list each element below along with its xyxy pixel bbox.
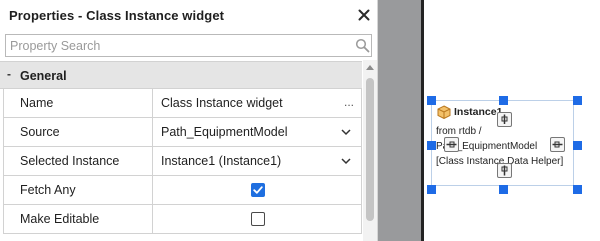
port-icon xyxy=(501,165,508,176)
widget-source-line: from rtdb / xyxy=(436,126,482,137)
chevron-down-icon[interactable] xyxy=(340,127,352,137)
resize-handle-bottom-right[interactable] xyxy=(573,185,582,194)
property-search-box xyxy=(5,34,372,57)
scrollbar-thumb[interactable] xyxy=(366,78,374,221)
workspace-gray-strip xyxy=(378,0,422,241)
property-row-selected-instance: Selected Instance Instance1 (Instance1) xyxy=(3,147,362,176)
property-row-fetch-any: Fetch Any xyxy=(3,176,362,205)
resize-handle-bottom-center[interactable] xyxy=(499,185,508,194)
source-dropdown[interactable]: Path_EquipmentModel xyxy=(154,118,361,146)
resize-handle-top-center[interactable] xyxy=(499,96,508,105)
property-value: Class Instance widget xyxy=(161,96,283,110)
port-icon xyxy=(552,141,563,148)
selected-instance-dropdown[interactable]: Instance1 (Instance1) xyxy=(154,147,361,175)
group-general-header[interactable]: - General xyxy=(0,61,362,89)
resize-handle-middle-right[interactable] xyxy=(573,141,582,150)
make-editable-checkbox[interactable] xyxy=(251,212,265,226)
property-grid: Name Class Instance widget ... Source Pa… xyxy=(3,89,362,234)
panel-titlebar: Properties - Class Instance widget xyxy=(0,0,378,32)
property-value: Instance1 (Instance1) xyxy=(161,154,282,168)
property-row-name: Name Class Instance widget ... xyxy=(3,89,362,118)
property-search-input[interactable] xyxy=(6,35,346,56)
group-label: General xyxy=(20,69,67,83)
checkmark-icon xyxy=(253,186,263,194)
property-row-source: Source Path_EquipmentModel xyxy=(3,118,362,147)
resize-handle-bottom-left[interactable] xyxy=(427,185,436,194)
property-name: Fetch Any xyxy=(4,176,153,204)
properties-panel: Properties - Class Instance widget - Gen… xyxy=(0,0,378,241)
fetch-any-checkbox[interactable] xyxy=(251,183,265,197)
resize-handle-top-left[interactable] xyxy=(427,96,436,105)
group-collapse-toggle[interactable]: - xyxy=(7,67,11,81)
connection-port-right[interactable] xyxy=(550,137,565,152)
widget-title: Instance1 xyxy=(454,106,503,118)
property-value-cell xyxy=(154,176,361,204)
resize-handle-top-right[interactable] xyxy=(573,96,582,105)
chevron-down-icon[interactable] xyxy=(340,156,352,166)
close-icon xyxy=(358,9,370,21)
panel-scrollbar[interactable] xyxy=(363,60,377,241)
property-value: Path_EquipmentModel xyxy=(161,125,288,139)
property-name: Selected Instance xyxy=(4,147,153,175)
property-name: Name xyxy=(4,89,153,117)
connection-port-bottom[interactable] xyxy=(497,163,512,178)
property-name: Source xyxy=(4,118,153,146)
name-value-field[interactable]: Class Instance widget ... xyxy=(154,89,361,117)
port-icon xyxy=(501,114,508,124)
port-icon xyxy=(446,141,457,148)
property-name: Make Editable xyxy=(4,205,153,233)
search-icon[interactable] xyxy=(355,38,370,53)
connection-port-top[interactable] xyxy=(497,112,512,127)
connection-port-left[interactable] xyxy=(444,137,459,152)
scroll-up-arrow-icon[interactable] xyxy=(366,64,374,70)
edit-name-button[interactable]: ... xyxy=(344,89,354,115)
close-button[interactable] xyxy=(355,6,373,24)
resize-handle-middle-left[interactable] xyxy=(427,141,436,150)
property-value-cell xyxy=(154,205,361,233)
box-icon xyxy=(437,105,451,119)
property-row-make-editable: Make Editable xyxy=(3,205,362,234)
panel-title: Properties - Class Instance widget xyxy=(9,8,225,23)
